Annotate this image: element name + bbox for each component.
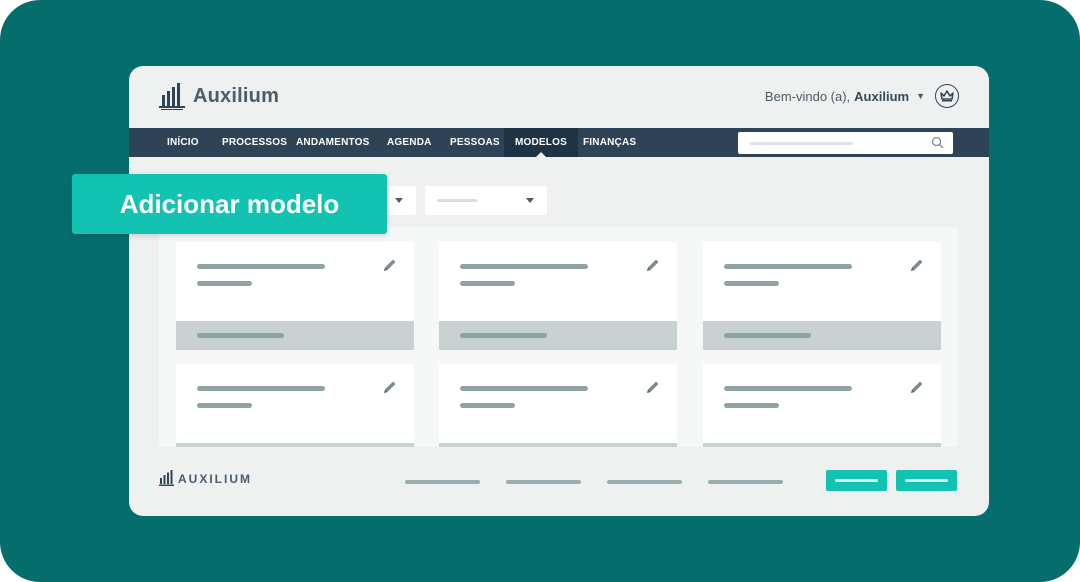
user-menu[interactable]: Bem-vindo (a), Auxilium ▼ [765, 84, 959, 108]
pencil-icon[interactable] [382, 379, 398, 395]
footer-link[interactable] [506, 480, 581, 484]
user-name: Auxilium [854, 88, 910, 104]
footer-button[interactable] [826, 470, 887, 491]
caret-down-icon [526, 198, 534, 203]
model-card[interactable] [703, 242, 941, 350]
model-card[interactable] [176, 364, 414, 447]
search-icon[interactable] [931, 136, 944, 149]
nav-item-modelos[interactable]: MODELOS [504, 128, 578, 157]
models-grid [159, 227, 958, 447]
app-header: Auxilium Bem-vindo (a), Auxilium ▼ [129, 66, 989, 128]
pencil-icon[interactable] [645, 257, 661, 273]
search-placeholder [750, 142, 853, 145]
caret-down-icon: ▼ [916, 91, 925, 101]
nav-item-processos[interactable]: PROCESSOS [222, 128, 287, 157]
app-logo[interactable]: Auxilium [159, 82, 279, 110]
pencil-icon[interactable] [909, 257, 925, 273]
nav-item-agenda[interactable]: AGENDA [387, 128, 432, 157]
footer-button[interactable] [896, 470, 957, 491]
footer-link[interactable] [607, 480, 682, 484]
model-card[interactable] [703, 364, 941, 447]
footer-logo[interactable]: AUXILIUM [159, 470, 252, 487]
pencil-icon[interactable] [382, 257, 398, 273]
crown-icon[interactable] [935, 84, 959, 108]
footer-link[interactable] [708, 480, 783, 484]
footer-logo-text: AUXILIUM [178, 471, 252, 486]
building-columns-icon [159, 83, 185, 110]
nav-item-pessoas[interactable]: PESSOAS [450, 128, 500, 157]
model-card[interactable] [176, 242, 414, 350]
pencil-icon[interactable] [645, 379, 661, 395]
welcome-text: Bem-vindo (a), [764, 88, 851, 104]
building-columns-icon [159, 470, 174, 486]
filter-dropdown-2[interactable] [425, 186, 547, 215]
logo-text: Auxilium [193, 84, 280, 107]
nav-item-financas[interactable]: FINANÇAS [583, 128, 636, 157]
nav-item-andamentos[interactable]: ANDAMENTOS [296, 128, 369, 157]
caret-down-icon [395, 198, 403, 203]
add-model-callout[interactable]: Adicionar modelo [72, 174, 387, 234]
model-card[interactable] [439, 242, 677, 350]
footer-link[interactable] [405, 480, 480, 484]
model-card[interactable] [439, 364, 677, 447]
dropdown-placeholder [437, 199, 477, 202]
search-input[interactable] [738, 132, 953, 154]
app-window: Auxilium Bem-vindo (a), Auxilium ▼ INÍCI… [129, 66, 989, 516]
pencil-icon[interactable] [909, 379, 925, 395]
main-nav: INÍCIO PROCESSOS ANDAMENTOS AGENDA PESSO… [129, 128, 989, 157]
nav-item-inicio[interactable]: INÍCIO [167, 128, 199, 157]
